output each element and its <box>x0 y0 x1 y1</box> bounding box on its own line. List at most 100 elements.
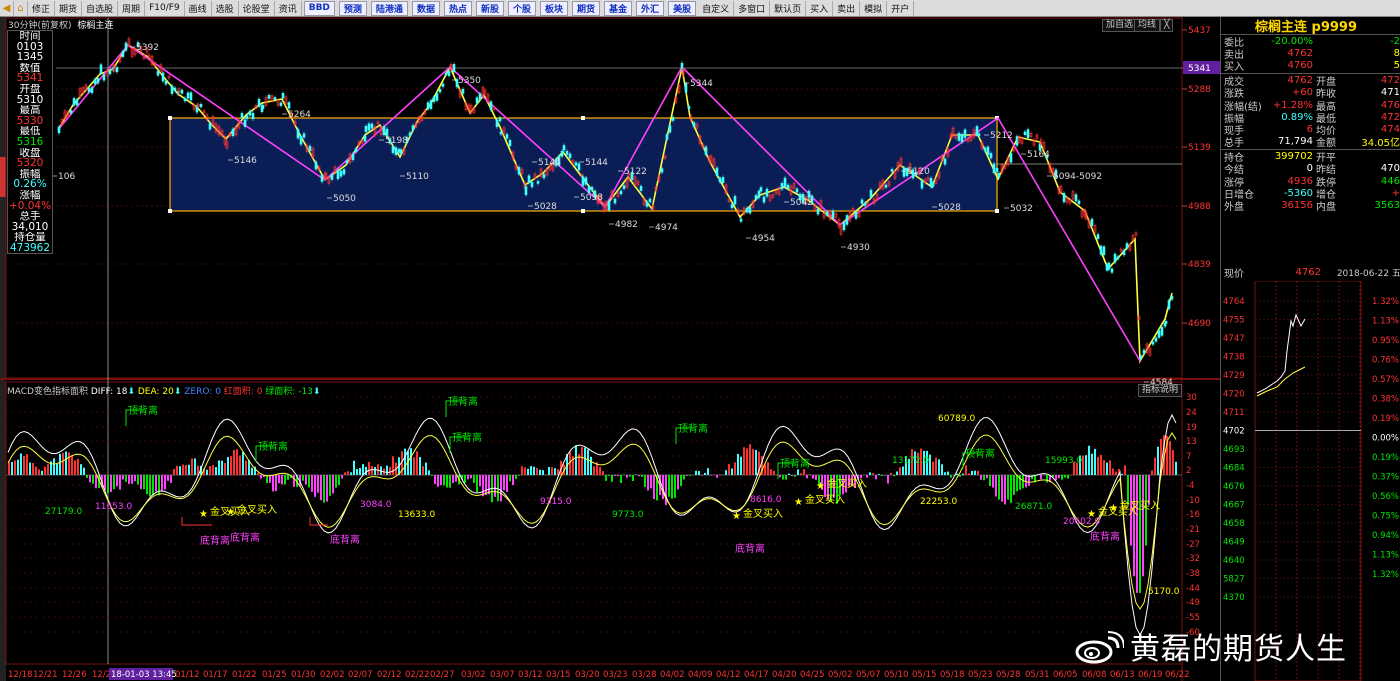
candle-body <box>807 190 811 198</box>
toolbar-tail-item-2[interactable]: 默认页 <box>770 0 807 16</box>
price-tick-label: 4690 <box>1188 319 1211 329</box>
toolbar-item-0[interactable]: 修正 <box>28 0 56 16</box>
macd-tick-label: -38 <box>1186 569 1200 579</box>
macd-bar <box>230 456 232 475</box>
toolbar-tail-item-5[interactable]: 模拟 <box>860 0 888 16</box>
infobox-line: 涨幅 <box>19 189 41 201</box>
candle-body <box>986 146 990 156</box>
candle-body <box>1026 129 1030 139</box>
quote-label: 买入 <box>1224 61 1244 73</box>
toolbar-tab-2[interactable]: 陆港通 <box>370 0 408 16</box>
candle-body <box>72 98 76 106</box>
bottom-divergence-label: 底背离 <box>1090 530 1120 543</box>
macd-bar <box>719 474 721 475</box>
macd-bar <box>77 458 79 475</box>
candle-body <box>426 102 430 110</box>
macd-bar <box>359 467 361 475</box>
candle-body <box>536 181 540 184</box>
macd-bar <box>998 475 1000 500</box>
macd-bar <box>788 473 790 475</box>
toolbar-tab-8[interactable]: 期货 <box>572 0 601 16</box>
macd-bar <box>344 472 346 475</box>
candle-body <box>57 126 61 134</box>
date-tick-label: 06/13 <box>1110 670 1135 680</box>
macd-bar <box>1067 475 1069 479</box>
candle-body <box>161 72 165 82</box>
toolbar-tail-item-4[interactable]: 卖出 <box>833 0 861 16</box>
quote-panel: 棕榈主连 p9999 委比 -20.00% -2 卖出 4762 8 买入 4760 5 成交 4… <box>1220 17 1400 681</box>
toolbar-item-2[interactable]: 自选股 <box>82 0 119 16</box>
top-divergence-label: 顶背离 <box>128 404 158 417</box>
quote-value: 4936 <box>1287 175 1313 187</box>
toolbar-item-6[interactable]: 选股 <box>212 0 239 16</box>
candle-body <box>257 98 261 107</box>
candle-body <box>574 162 578 166</box>
intraday-price-label: 4711 <box>1223 408 1245 418</box>
toolbar-tab-6[interactable]: 个股 <box>507 0 536 16</box>
toolbar-tail-item-0[interactable]: 自定义 <box>698 0 735 16</box>
now-label: 现价 <box>1224 268 1244 280</box>
toolbar-item-4[interactable]: F10/F9 <box>145 0 185 16</box>
toolbar-tab-10[interactable]: 外汇 <box>636 0 665 16</box>
toolbar-tab-5[interactable]: 新股 <box>475 0 504 16</box>
macd-bar <box>947 471 949 475</box>
top-divergence-label: 顶背离 <box>780 457 810 470</box>
back-icon[interactable]: ◀ <box>0 0 14 16</box>
macd-tick-label: 30 <box>1186 393 1197 403</box>
toolbar-tail-item-1[interactable]: 多窗口 <box>734 0 771 16</box>
macd-bar <box>272 475 274 492</box>
toolbar-tab-9[interactable]: 基金 <box>604 0 633 16</box>
candle-body <box>733 196 737 205</box>
moving-average-button[interactable]: 均线 <box>1134 19 1161 32</box>
toolbar-tab-4[interactable]: 热点 <box>443 0 472 16</box>
toolbar-tab-11[interactable]: 美股 <box>668 0 697 16</box>
quote-row: 今结 0 昨结 470 <box>1221 163 1400 176</box>
macd-bar <box>554 468 556 475</box>
macd-bar <box>110 475 112 493</box>
candle-body <box>102 74 106 81</box>
macd-tick-label: 2 <box>1186 466 1191 476</box>
toolbar-tab-0[interactable]: BBD <box>303 0 335 16</box>
toolbar-item-5[interactable]: 画线 <box>185 0 212 16</box>
macd-bar <box>140 475 142 490</box>
price-tick-label: 4839 <box>1188 260 1211 270</box>
candle-body <box>645 201 649 207</box>
macd-bar <box>1040 475 1042 480</box>
toolbar-tab-3[interactable]: 数据 <box>411 0 440 16</box>
macd-bar <box>170 475 172 483</box>
candle-body <box>1139 355 1143 359</box>
golden-cross-label: 金叉买入 <box>1120 499 1160 512</box>
pivot-label: 5028 <box>938 203 961 213</box>
macd-bar <box>938 459 940 475</box>
intraday-chart[interactable]: 4764 4755 4747 4738 4729 4720 4711 4702 4693 4684… <box>1221 281 1400 681</box>
macd-bar <box>131 475 133 484</box>
chart-close-button[interactable]: ╳ <box>1160 19 1174 32</box>
quote-value2: + <box>1391 187 1400 199</box>
toolbar-item-8[interactable]: 资讯 <box>275 0 302 16</box>
toolbar-tab-7[interactable]: 板块 <box>540 0 569 16</box>
home-icon[interactable]: ⌂ <box>14 0 28 16</box>
toolbar-item-3[interactable]: 周期 <box>118 0 146 16</box>
toolbar-tail-item-3[interactable]: 买入 <box>806 0 834 16</box>
toolbar-tail-item-6[interactable]: 开户 <box>887 0 915 16</box>
macd-bar <box>1169 441 1171 475</box>
toolbar-item-1[interactable]: 期货 <box>55 0 83 16</box>
macd-bar <box>356 468 358 475</box>
top-divergence-label: 顶背离 <box>452 431 482 444</box>
macd-bar <box>473 475 475 483</box>
macd-bar <box>977 470 979 475</box>
indicator-help-button[interactable]: 指标说明 <box>1138 384 1183 397</box>
macd-bar <box>1082 455 1084 475</box>
toolbar-tab-1[interactable]: 预测 <box>338 0 367 16</box>
main-toolbar: ◀ ⌂ 修正 期货 自选股 周期 F10/F9 画线 选股 论股堂 资讯 BBD 预测 陆港通 数据热… <box>0 0 1400 17</box>
macd-bar <box>629 475 631 477</box>
macd-bar <box>209 466 211 475</box>
macd-bar <box>227 456 229 475</box>
candle-body <box>869 189 873 198</box>
candle-body <box>684 83 688 93</box>
kline-chart-area[interactable]: 5437 5341 5288 5139 4988 4839 4690 5341 5392 5350… <box>0 17 1220 681</box>
candle-body <box>435 93 439 101</box>
price-tick-label: 5437 <box>1188 26 1211 36</box>
add-favorite-button[interactable]: 加自选 <box>1102 19 1138 32</box>
toolbar-item-7[interactable]: 论股堂 <box>239 0 275 16</box>
